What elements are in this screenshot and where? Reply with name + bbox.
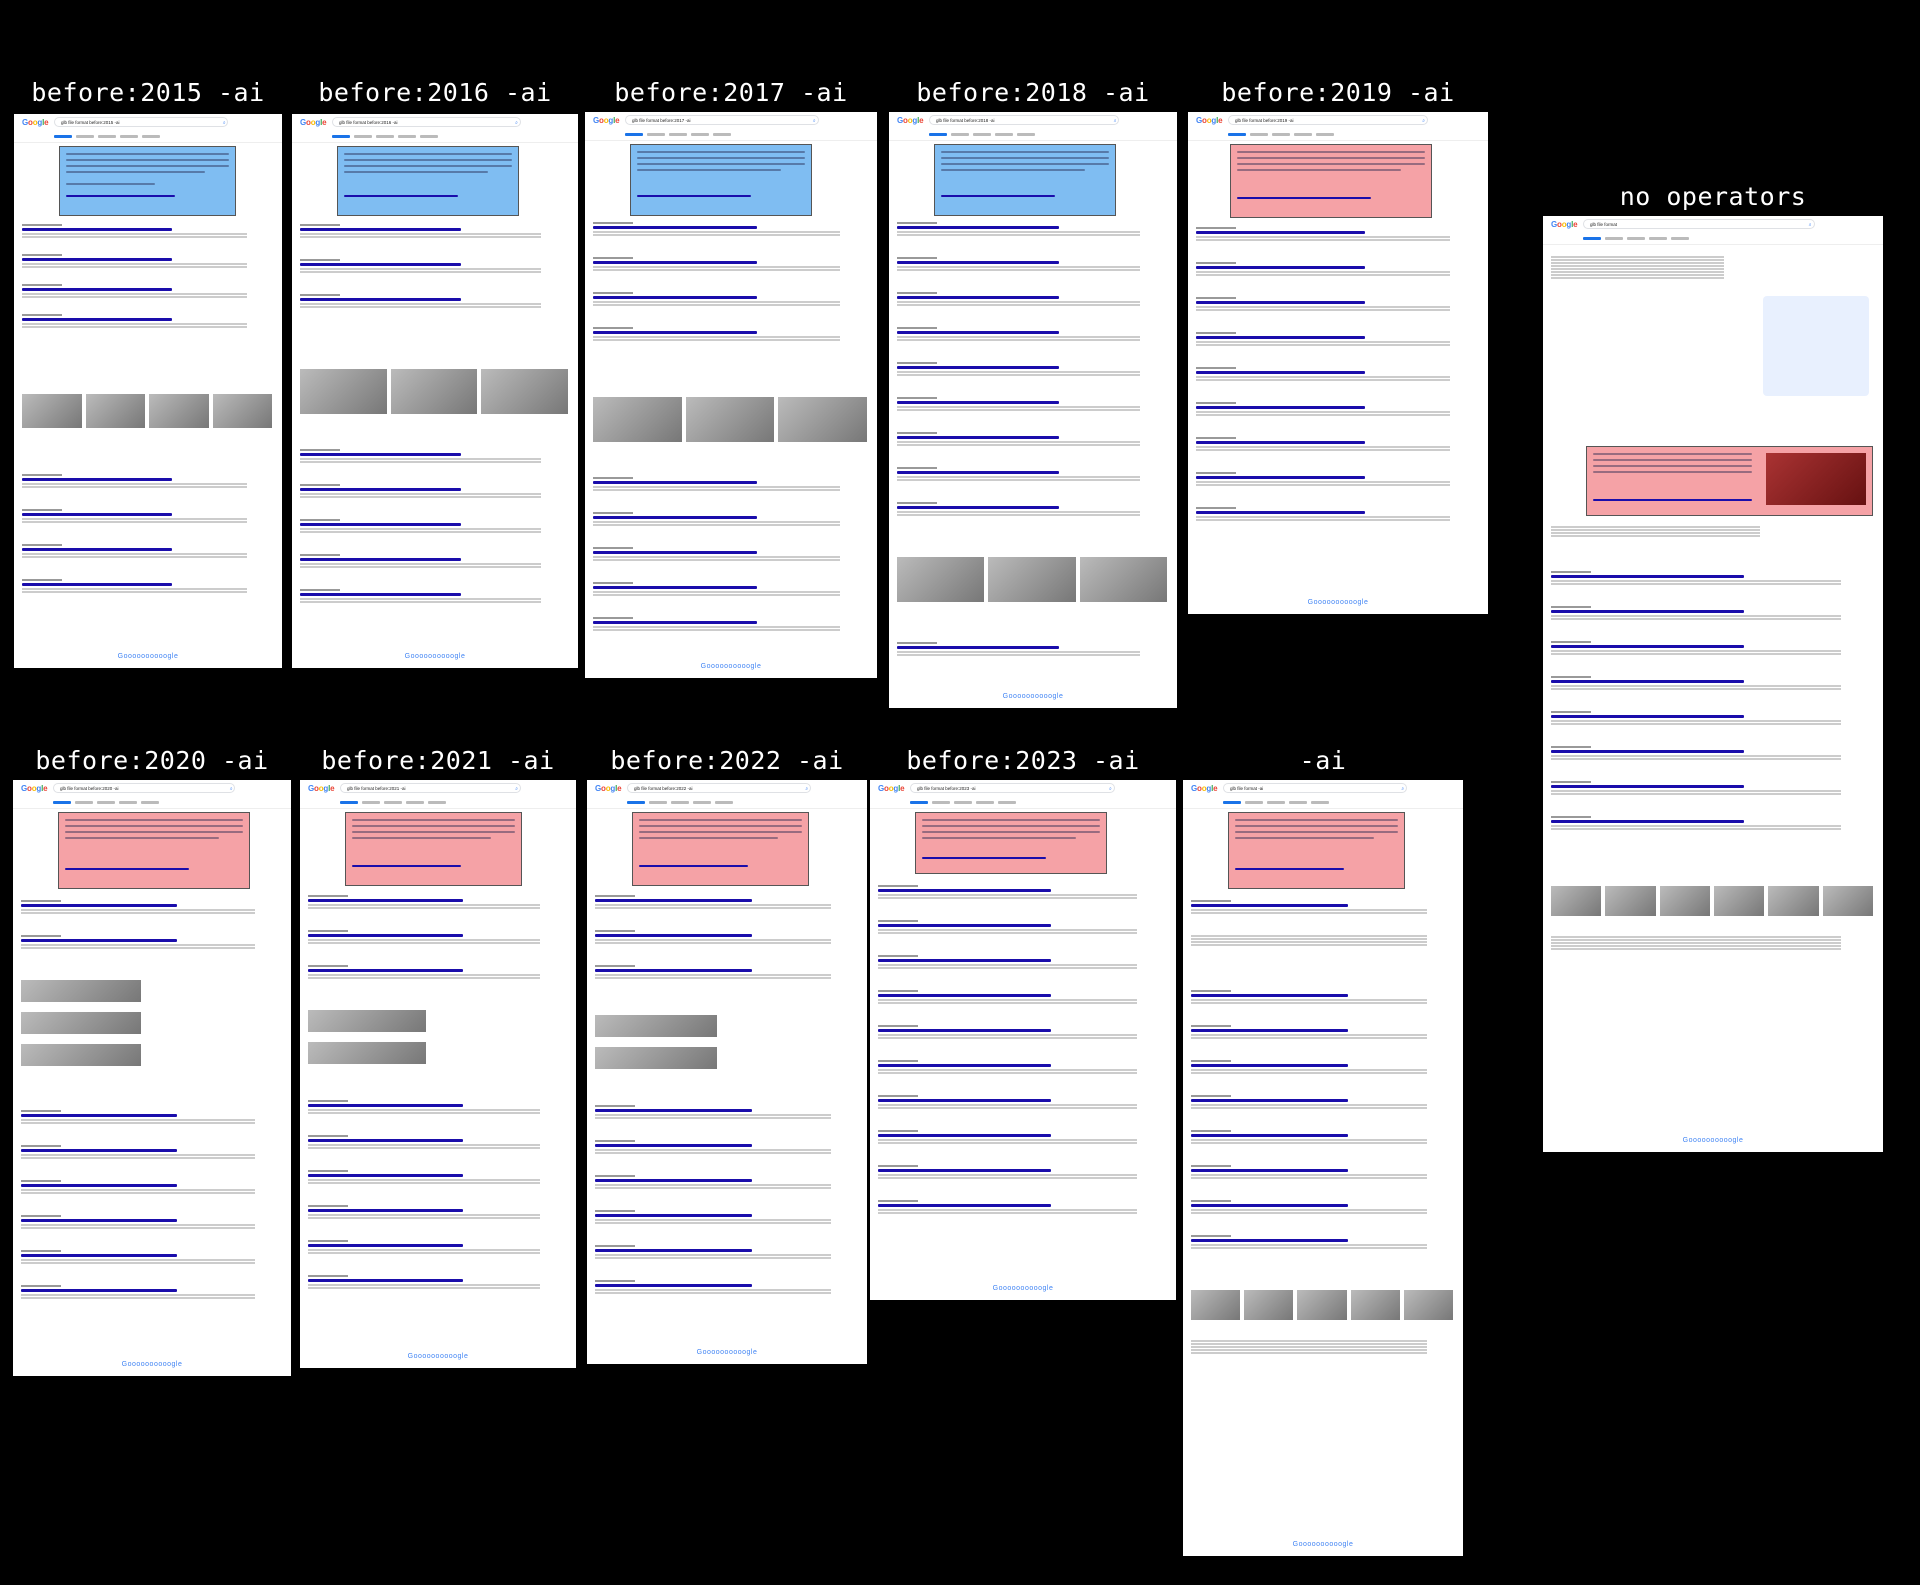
google-logo: Google <box>308 784 335 793</box>
pagination-logo[interactable]: Goooooooooogle <box>1188 599 1488 606</box>
comparison-panel: before:2023 -ai Google glb file format b… <box>870 746 1176 1300</box>
search-icon[interactable]: ⌕ <box>1109 786 1112 792</box>
search-input[interactable]: glb file format before:2020 -ai <box>53 783 236 793</box>
search-icon[interactable]: ⌕ <box>1422 118 1425 124</box>
search-icon[interactable]: ⌕ <box>515 786 518 792</box>
comparison-panel: before:2020 -ai Google glb file format b… <box>13 746 291 1376</box>
search-screenshot: Google glb file format -ai ⌕ Goooooooooo… <box>1183 780 1463 1556</box>
featured-snippet <box>1586 446 1873 516</box>
google-logo: Google <box>1191 784 1218 793</box>
search-input[interactable]: glb file format before:2015 -ai <box>54 117 229 127</box>
search-input[interactable]: glb file format before:2019 -ai <box>1228 115 1428 125</box>
search-icon[interactable]: ⌕ <box>1401 786 1404 792</box>
pagination-logo[interactable]: Goooooooooogle <box>1183 1541 1463 1548</box>
comparison-panel: before:2022 -ai Google glb file format b… <box>587 746 867 1364</box>
search-screenshot: Google glb file format before:2015 -ai ⌕… <box>14 114 282 668</box>
google-logo: Google <box>22 118 49 127</box>
search-screenshot: Google glb file format before:2017 -ai ⌕… <box>585 112 877 678</box>
pagination-logo[interactable]: Goooooooooogle <box>292 653 578 660</box>
search-icon[interactable]: ⌕ <box>1114 118 1117 124</box>
pagination-logo[interactable]: Goooooooooogle <box>587 1349 867 1356</box>
search-input[interactable]: glb file format before:2016 -ai <box>332 117 521 127</box>
panel-caption: before:2015 -ai <box>31 78 265 107</box>
panel-caption: no operators <box>1619 182 1807 211</box>
featured-snippet <box>58 812 250 889</box>
comparison-panel: before:2019 -ai Google glb file format b… <box>1188 78 1488 614</box>
google-logo: Google <box>1551 220 1578 229</box>
featured-snippet <box>345 812 522 886</box>
search-input[interactable]: glb file format -ai <box>1223 783 1407 793</box>
featured-snippet <box>630 144 812 216</box>
search-icon[interactable]: ⌕ <box>805 786 808 792</box>
search-icon[interactable]: ⌕ <box>515 120 518 126</box>
pagination-logo[interactable]: Goooooooooogle <box>889 693 1177 700</box>
panel-caption: before:2023 -ai <box>906 746 1140 775</box>
search-screenshot: Google glb file format before:2023 -ai ⌕… <box>870 780 1176 1300</box>
google-logo: Google <box>1196 116 1223 125</box>
panel-caption: -ai <box>1299 746 1347 775</box>
pagination-logo[interactable]: Goooooooooogle <box>14 653 282 660</box>
search-icon[interactable]: ⌕ <box>230 786 233 792</box>
pagination-logo[interactable]: Goooooooooogle <box>13 1361 291 1368</box>
search-screenshot: Google glb file format before:2022 -ai ⌕… <box>587 780 867 1364</box>
comparison-panel: -ai Google glb file format -ai ⌕ Goooooo… <box>1183 746 1463 1556</box>
featured-snippet <box>59 146 236 216</box>
panel-caption: before:2016 -ai <box>318 78 552 107</box>
search-icon[interactable]: ⌕ <box>223 120 226 126</box>
pagination-logo[interactable]: Goooooooooogle <box>1543 1137 1883 1144</box>
google-logo: Google <box>897 116 924 125</box>
featured-snippet <box>934 144 1116 216</box>
google-logo: Google <box>593 116 620 125</box>
panel-caption: before:2020 -ai <box>35 746 269 775</box>
comparison-panel: before:2015 -ai Google glb file format b… <box>14 78 282 668</box>
search-screenshot: Google glb file format before:2021 -ai ⌕… <box>300 780 576 1368</box>
panel-caption: before:2018 -ai <box>916 78 1150 107</box>
comparison-panel: no operators Google glb file format ⌕ Go… <box>1543 182 1883 1152</box>
panel-caption: before:2019 -ai <box>1221 78 1455 107</box>
search-screenshot: Google glb file format before:2020 -ai ⌕… <box>13 780 291 1376</box>
comparison-panel: before:2016 -ai Google glb file format b… <box>292 78 578 668</box>
search-input[interactable]: glb file format before:2018 -ai <box>929 115 1120 125</box>
search-screenshot: Google glb file format before:2018 -ai ⌕… <box>889 112 1177 708</box>
featured-snippet <box>1230 144 1432 218</box>
search-screenshot: Google glb file format ⌕ Goooooooooogle <box>1543 216 1883 1152</box>
pagination-logo[interactable]: Goooooooooogle <box>870 1285 1176 1292</box>
featured-snippet <box>915 812 1107 874</box>
comparison-panel: before:2021 -ai Google glb file format b… <box>300 746 576 1368</box>
google-logo: Google <box>595 784 622 793</box>
search-screenshot: Google glb file format before:2019 -ai ⌕… <box>1188 112 1488 614</box>
comparison-panel: before:2018 -ai Google glb file format b… <box>889 78 1177 708</box>
panel-caption: before:2021 -ai <box>321 746 555 775</box>
search-input[interactable]: glb file format before:2023 -ai <box>910 783 1115 793</box>
search-input[interactable]: glb file format <box>1583 219 1815 229</box>
featured-snippet <box>337 146 519 216</box>
google-logo: Google <box>21 784 48 793</box>
panel-caption: before:2022 -ai <box>610 746 844 775</box>
featured-snippet <box>632 812 809 886</box>
search-input[interactable]: glb file format before:2017 -ai <box>625 115 819 125</box>
search-screenshot: Google glb file format before:2016 -ai ⌕… <box>292 114 578 668</box>
search-icon[interactable]: ⌕ <box>813 118 816 124</box>
panel-caption: before:2017 -ai <box>614 78 848 107</box>
featured-snippet <box>1228 812 1405 889</box>
pagination-logo[interactable]: Goooooooooogle <box>585 663 877 670</box>
google-logo: Google <box>878 784 905 793</box>
search-icon[interactable]: ⌕ <box>1809 222 1812 228</box>
search-input[interactable]: glb file format before:2022 -ai <box>627 783 811 793</box>
search-input[interactable]: glb file format before:2021 -ai <box>340 783 521 793</box>
google-logo: Google <box>300 118 327 127</box>
comparison-panel: before:2017 -ai Google glb file format b… <box>585 78 877 678</box>
pagination-logo[interactable]: Goooooooooogle <box>300 1353 576 1360</box>
